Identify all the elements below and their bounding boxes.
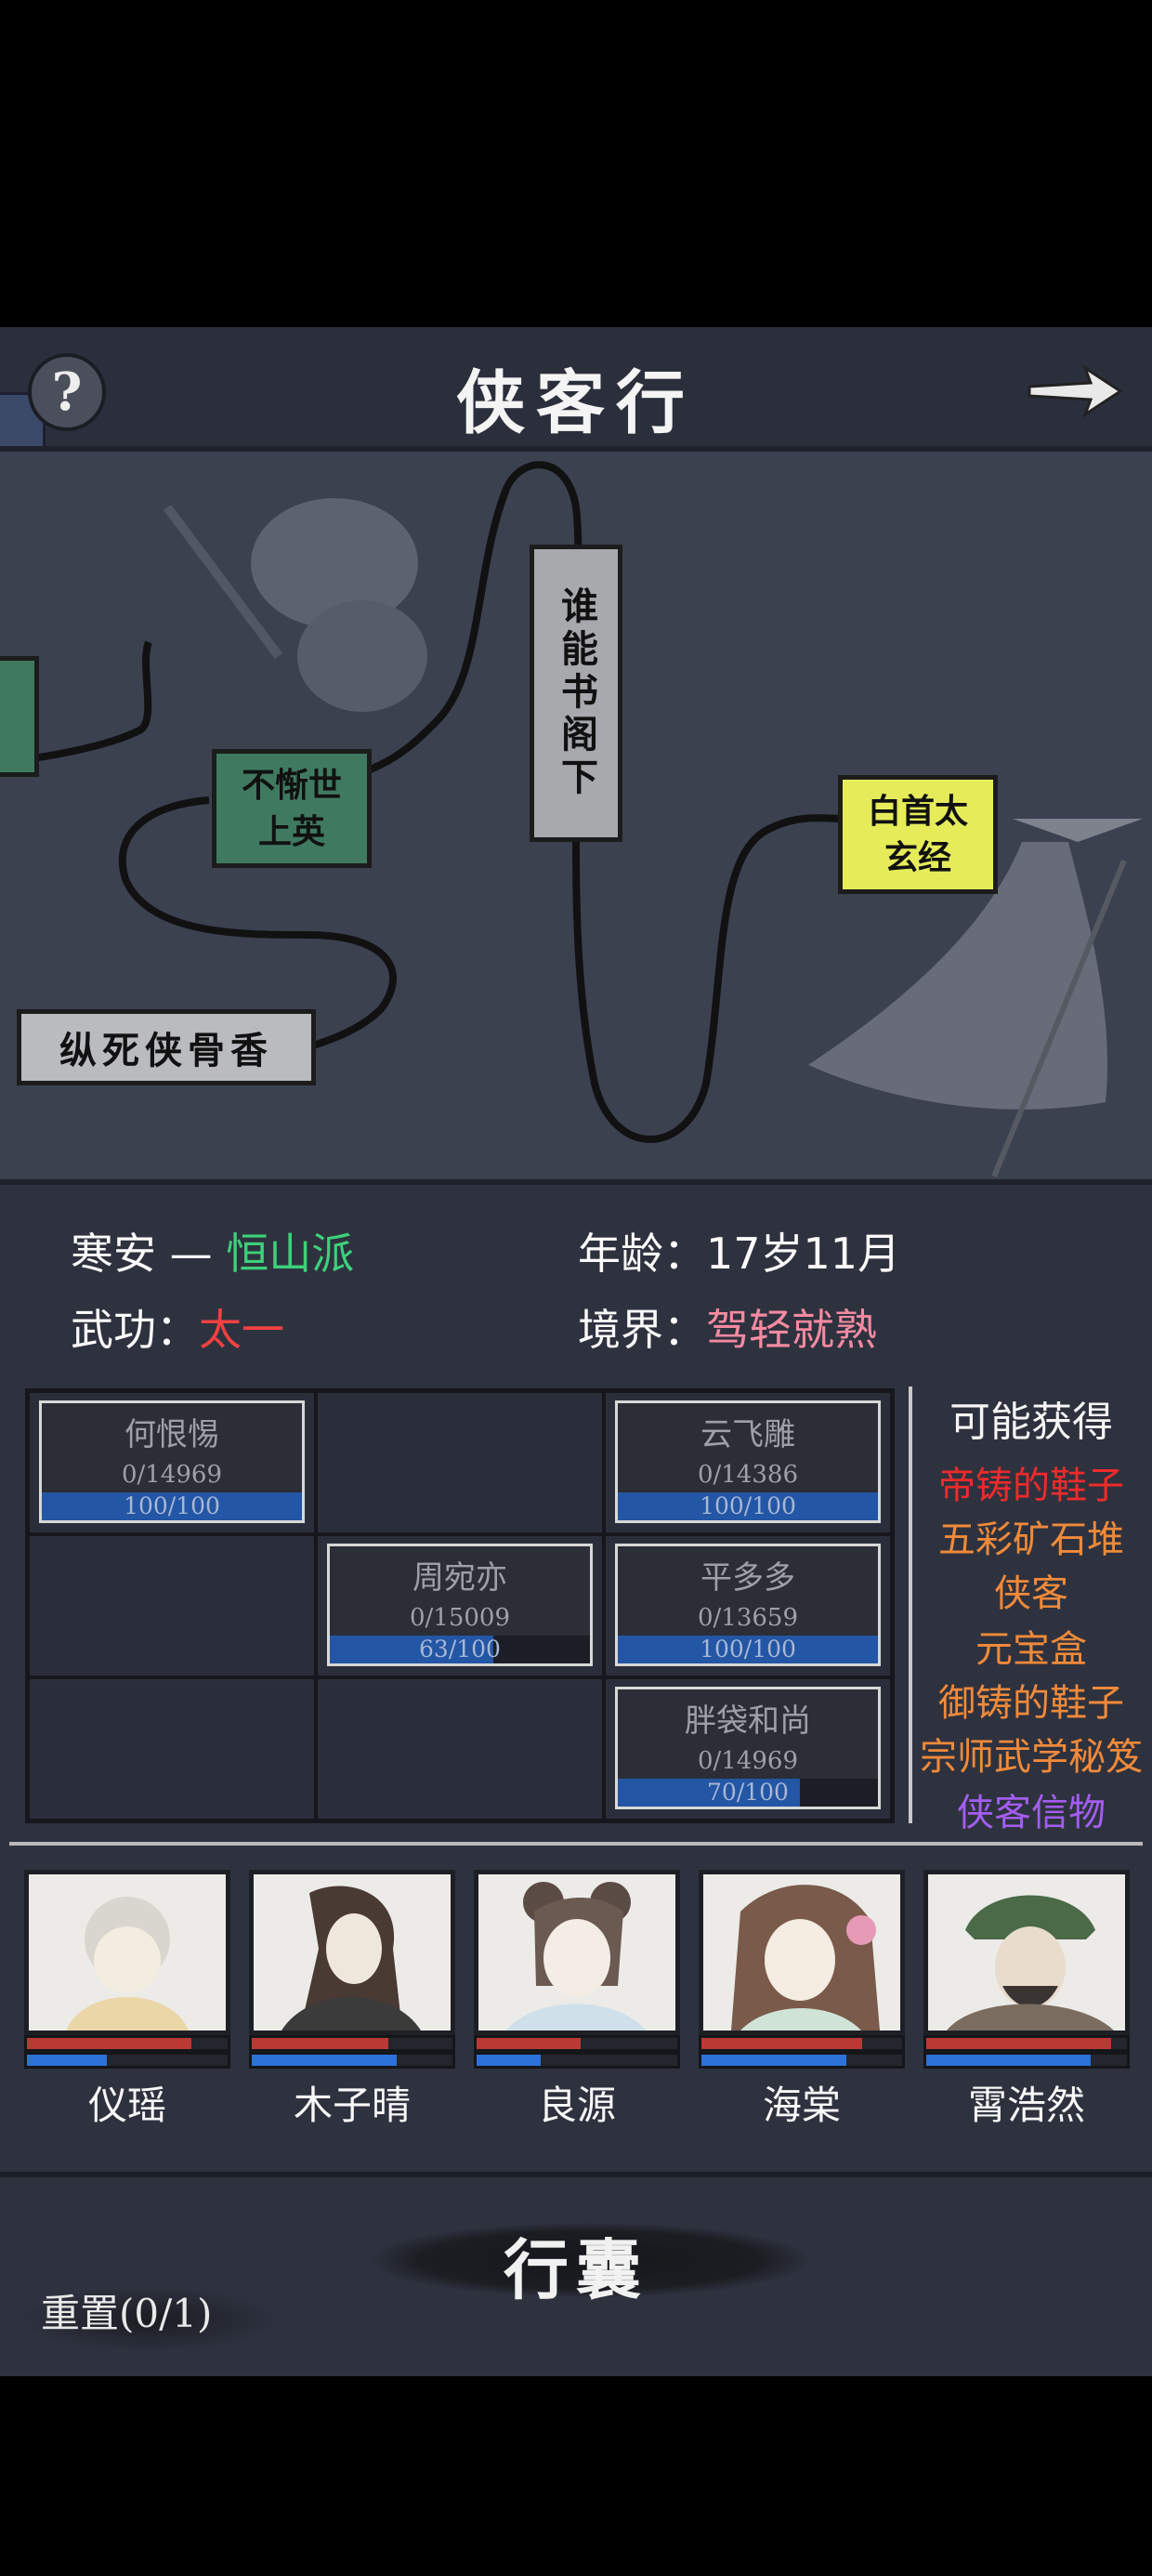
reward-item: 御铸的鞋子 <box>938 1682 1124 1725</box>
enemy-card[interactable]: 平多多 0/13659 100/100 <box>615 1544 881 1666</box>
grid-cell[interactable]: 周宛亦 0/15009 63/100 <box>316 1534 604 1677</box>
party-member-name: 仪瑶 <box>87 2083 166 2128</box>
reset-button[interactable]: 重置(0/1) <box>41 2282 212 2339</box>
mp-bar <box>249 2052 455 2069</box>
mp-bar <box>24 2052 230 2069</box>
reward-item: 元宝盒 <box>975 1628 1087 1671</box>
avatar[interactable] <box>24 1870 230 2035</box>
party-member-name: 霄浩然 <box>967 2083 1085 2128</box>
enemy-bar: 100/100 <box>618 1636 878 1663</box>
rewards-title: 可能获得 <box>949 1399 1113 1446</box>
hp-bar <box>699 2035 905 2052</box>
enemy-bar-text: 100/100 <box>700 1492 796 1519</box>
player-name: 寒安 <box>71 1229 156 1279</box>
enemy-bar-text: 63/100 <box>419 1636 501 1663</box>
map-node-partial[interactable] <box>0 656 39 777</box>
hp-bar <box>24 2035 230 2052</box>
grid-cell-empty[interactable] <box>28 1677 316 1820</box>
enemy-card[interactable]: 周宛亦 0/15009 63/100 <box>327 1544 593 1666</box>
grid-cell-empty[interactable] <box>28 1534 316 1677</box>
party-member-name: 良源 <box>537 2083 616 2128</box>
enemy-name: 何恨惕 <box>124 1416 219 1453</box>
enemy-exp: 0/14969 <box>697 1747 798 1775</box>
mp-bar <box>474 2052 680 2069</box>
map-node-zongsi[interactable]: 纵死侠骨香 <box>17 1009 316 1085</box>
enemy-bar-text: 100/100 <box>700 1636 796 1663</box>
age-label: 年龄： <box>578 1229 706 1279</box>
grid-cell[interactable]: 平多多 0/13659 100/100 <box>604 1534 892 1677</box>
name-dash: — <box>169 1229 213 1279</box>
game-screen: ? 侠客行 不惭世上英 谁能书阁下 白首太玄经 纵死侠骨香 寒安 — 恒山派 年… <box>0 327 1152 2376</box>
hp-bar <box>923 2035 1130 2052</box>
reward-item: 帝铸的鞋子 <box>938 1465 1124 1507</box>
enemy-grid: 何恨惕 0/14969 100/100 云飞雕 0/14386 100/100 … <box>25 1388 895 1823</box>
enemy-exp: 0/14969 <box>121 1461 222 1489</box>
enemy-exp: 0/15009 <box>409 1604 510 1632</box>
avatar[interactable] <box>474 1870 680 2035</box>
enemy-name: 云飞雕 <box>700 1416 795 1453</box>
enemy-card[interactable]: 何恨惕 0/14969 100/100 <box>39 1400 305 1523</box>
reward-item: 侠客信物 <box>957 1792 1106 1834</box>
party-member-name: 木子晴 <box>293 2083 411 2128</box>
map-node-baishou[interactable]: 白首太玄经 <box>838 775 998 894</box>
grid-cell-empty[interactable] <box>316 1677 604 1820</box>
enemy-name: 周宛亦 <box>412 1559 507 1597</box>
grid-cell[interactable]: 何恨惕 0/14969 100/100 <box>28 1391 316 1534</box>
hp-bar <box>249 2035 455 2052</box>
footer-divider <box>0 2172 1152 2177</box>
skill-label: 武功： <box>71 1305 199 1355</box>
map-node-shuineng[interactable]: 谁能书阁下 <box>530 545 622 842</box>
player-age-line: 年龄：17岁11月 <box>578 1220 900 1281</box>
player-name-line: 寒安 — 恒山派 <box>71 1220 354 1281</box>
enemy-card[interactable]: 云飞雕 0/14386 100/100 <box>615 1400 881 1523</box>
section-divider <box>9 1842 1143 1846</box>
enemy-bar: 100/100 <box>42 1492 302 1520</box>
skill-value: 太一 <box>199 1305 284 1355</box>
header-bar: ? 侠客行 <box>0 327 1152 481</box>
ink-swordsman <box>164 498 427 712</box>
enemy-bar: 70/100 <box>618 1779 878 1807</box>
realm-label: 境界： <box>578 1305 706 1355</box>
page-title: 侠客行 <box>456 363 696 443</box>
map-node-buchan[interactable]: 不惭世上英 <box>212 749 372 868</box>
avatar[interactable] <box>699 1870 905 2035</box>
enemy-name: 平多多 <box>700 1559 795 1597</box>
party-member-name: 海棠 <box>762 2083 841 2128</box>
reward-item: 宗师武学秘笈 <box>920 1736 1143 1779</box>
enemy-bar-text: 70/100 <box>707 1779 789 1806</box>
enemy-bar: 100/100 <box>618 1492 878 1520</box>
journey-map: 不惭世上英 谁能书阁下 白首太玄经 纵死侠骨香 <box>0 446 1152 1185</box>
hp-bar <box>474 2035 680 2052</box>
enemy-exp: 0/13659 <box>697 1604 798 1632</box>
enemy-bar-text: 100/100 <box>124 1492 220 1519</box>
player-sect: 恒山派 <box>226 1229 355 1279</box>
reward-item: 五彩矿石堆 <box>938 1518 1124 1561</box>
mp-bar <box>923 2052 1130 2069</box>
avatar[interactable] <box>249 1870 455 2035</box>
arrow-right-icon[interactable] <box>1024 359 1126 424</box>
player-realm-line: 境界：驾轻就熟 <box>578 1296 877 1358</box>
player-skill-line: 武功：太一 <box>71 1296 284 1358</box>
enemy-exp: 0/14386 <box>697 1461 798 1489</box>
mp-bar <box>699 2052 905 2069</box>
grid-cell[interactable]: 胖袋和尚 0/14969 70/100 <box>604 1677 892 1820</box>
grid-cell[interactable]: 云飞雕 0/14386 100/100 <box>604 1391 892 1534</box>
avatar[interactable] <box>923 1870 1130 2035</box>
enemy-card[interactable]: 胖袋和尚 0/14969 70/100 <box>615 1687 881 1809</box>
enemy-name: 胖袋和尚 <box>685 1702 811 1740</box>
reward-item: 侠客 <box>994 1572 1068 1615</box>
enemy-bar: 63/100 <box>330 1636 590 1663</box>
grid-cell-empty[interactable] <box>316 1391 604 1534</box>
realm-value: 驾轻就熟 <box>706 1305 877 1355</box>
age-value: 17岁11月 <box>706 1229 901 1279</box>
